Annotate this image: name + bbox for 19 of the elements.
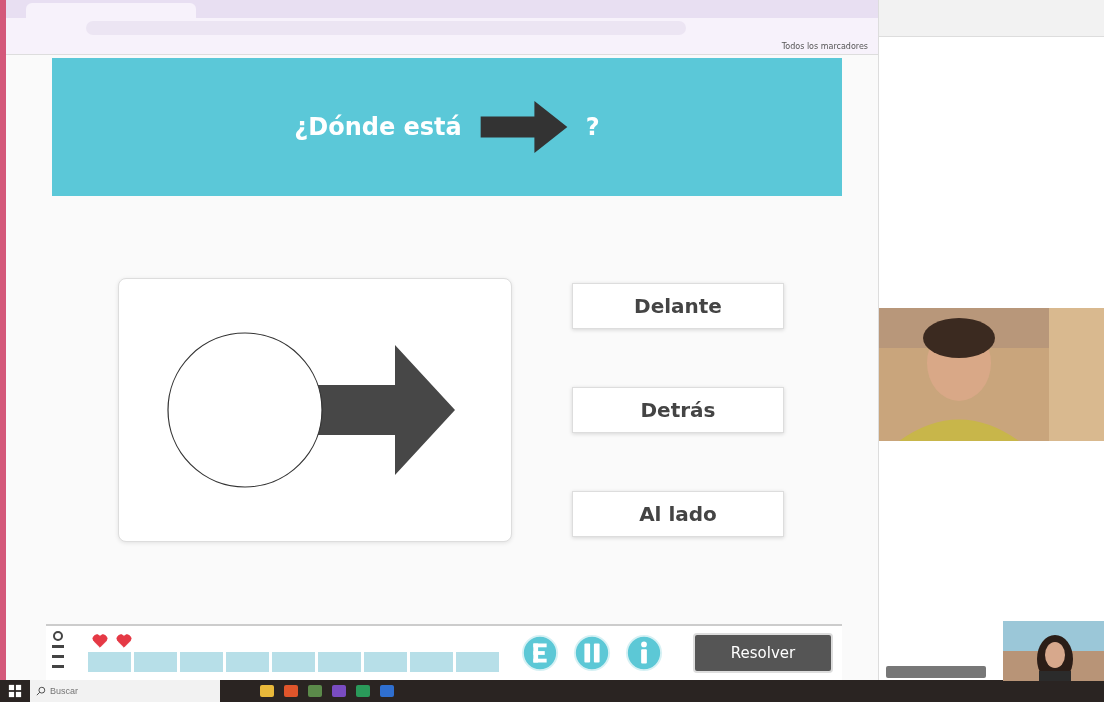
answer-button[interactable]: Delante [572, 283, 784, 329]
question-mark: ? [585, 113, 600, 141]
answer-button[interactable]: Al lado [572, 491, 784, 537]
answer-button[interactable]: Detrás [572, 387, 784, 433]
bookmarks-link[interactable]: Todos los marcadores [781, 41, 868, 51]
app-icon[interactable] [380, 685, 394, 697]
solve-button[interactable]: Resolver [693, 633, 833, 673]
e-letter-icon[interactable] [521, 634, 559, 672]
app-icon[interactable] [356, 685, 370, 697]
windows-icon[interactable] [8, 684, 22, 698]
app-icon[interactable] [284, 685, 298, 697]
info-icon[interactable] [625, 634, 663, 672]
search-icon [36, 686, 46, 696]
pause-icon[interactable] [573, 634, 611, 672]
menu-icon[interactable] [52, 631, 64, 671]
question-text: ¿Dónde está [294, 113, 462, 141]
taskbar-search-field[interactable]: Buscar [30, 680, 220, 702]
app-icon[interactable] [332, 685, 346, 697]
app-icon[interactable] [308, 685, 322, 697]
